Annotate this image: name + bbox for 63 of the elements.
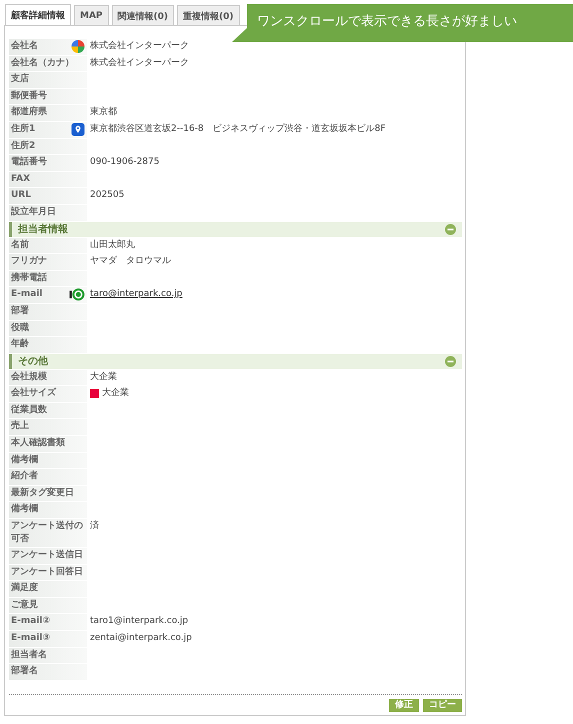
field-label-cell: URL — [9, 188, 87, 204]
tab[interactable]: MAP — [74, 5, 109, 25]
field-value: 株式会社インターパーク — [90, 41, 189, 52]
field-value: 東京都渋谷区道玄坂2--16-8 ビジネスヴィップ渋谷・道玄坂坂本ビル8F — [90, 124, 386, 135]
field-label-cell: フリガナ — [9, 254, 87, 270]
field-label-cell: ご意見 — [9, 598, 87, 614]
field-label-cell: 会社サイズ — [9, 386, 87, 402]
field-label-cell: 満足度 — [9, 581, 87, 597]
callout: ワンスクロールで表示できる長さが好ましい — [232, 4, 573, 42]
field-label-cell: 会社名（カナ） — [9, 56, 87, 72]
field-label-cell: 売上 — [9, 419, 87, 436]
field-value: 株式会社インターパーク — [90, 58, 189, 69]
field-value: 090-1906-2875 — [90, 157, 160, 168]
field-label-cell: アンケート送付の可否 — [9, 519, 87, 548]
field-label-cell: 住所2 — [9, 138, 87, 154]
field-label-cell: 担当者名 — [9, 648, 87, 664]
field-label-cell: 部署名 — [9, 664, 87, 680]
field-value: 山田太郎丸 — [90, 240, 135, 251]
contacts-icon[interactable] — [71, 40, 85, 53]
field-label-cell: 備考欄 — [9, 452, 87, 468]
callout-pointer — [232, 28, 247, 42]
field-label-cell: 紹介者 — [9, 469, 87, 485]
field-value: 済 — [90, 521, 99, 532]
field-label-cell: アンケート送信日 — [9, 548, 87, 564]
collapse-icon[interactable] — [445, 224, 456, 235]
field-label-cell: 役職 — [9, 320, 87, 336]
collapse-icon[interactable] — [445, 356, 456, 367]
field-label-cell: 都道府県 — [9, 105, 87, 121]
field-label-cell: 設立年月日 — [9, 204, 87, 221]
field-label-cell: 支店 — [9, 72, 87, 88]
email-link[interactable]: taro@interpark.co.jp — [90, 289, 182, 300]
field-value: 大企業 — [90, 372, 117, 383]
field-label-cell: 最新タグ変更日 — [9, 486, 87, 502]
field-label-cell: FAX — [9, 172, 87, 188]
field-label-cell: E-mail③ — [9, 631, 87, 647]
field-label-cell: E-mail — [9, 287, 87, 303]
field-value: zentai@interpark.co.jp — [90, 633, 192, 644]
field-label-cell: 住所1 — [9, 122, 87, 138]
tab[interactable]: 重複情報(0) — [177, 5, 240, 25]
field-label-cell: 備考欄 — [9, 502, 87, 518]
tab[interactable]: 顧客詳細情報 — [5, 4, 71, 25]
field-value: ヤマダ タロウマル — [90, 256, 171, 268]
section-title: その他 — [18, 354, 48, 368]
field-label-cell: 電話番号 — [9, 155, 87, 171]
tab[interactable]: 関連情報(0) — [112, 5, 174, 25]
field-label-cell: 名前 — [9, 238, 87, 254]
map-pin-icon[interactable] — [71, 122, 85, 136]
badge-icon[interactable] — [69, 288, 85, 302]
field-value: 東京都 — [90, 107, 117, 118]
field-label-cell: 郵便番号 — [9, 88, 87, 104]
field-label-cell: 携帯電話 — [9, 270, 87, 286]
field-label-cell: 年齢 — [9, 337, 87, 353]
section-title: 担当者情報 — [18, 222, 68, 236]
field-label-cell: 会社規模 — [9, 370, 87, 386]
field-value: 202505 — [90, 190, 124, 202]
field-value: 大企業 — [102, 388, 129, 400]
field-label-cell: E-mail② — [9, 614, 87, 630]
field-label-cell: 従業員数 — [9, 402, 87, 418]
field-label-cell: 会社名 — [9, 39, 87, 55]
field-label-cell: 本人確認書類 — [9, 436, 87, 452]
field-value: taro1@interpark.co.jp — [90, 616, 188, 628]
field-label-cell: 部署 — [9, 304, 87, 320]
field-label-cell: アンケート回答日 — [9, 564, 87, 580]
